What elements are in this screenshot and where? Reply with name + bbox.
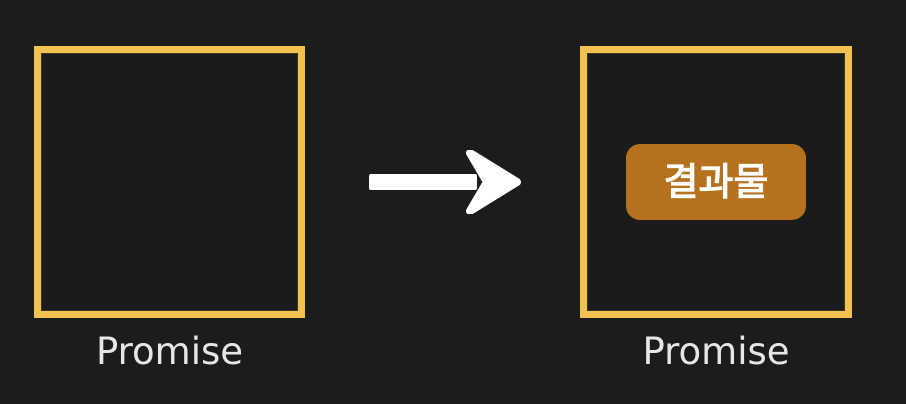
right-arrow-icon <box>369 150 521 214</box>
left-promise-caption: Promise <box>95 330 244 373</box>
result-badge: 결과물 <box>626 144 806 220</box>
right-promise-caption: Promise <box>642 330 790 373</box>
empty-promise-box <box>34 46 305 318</box>
